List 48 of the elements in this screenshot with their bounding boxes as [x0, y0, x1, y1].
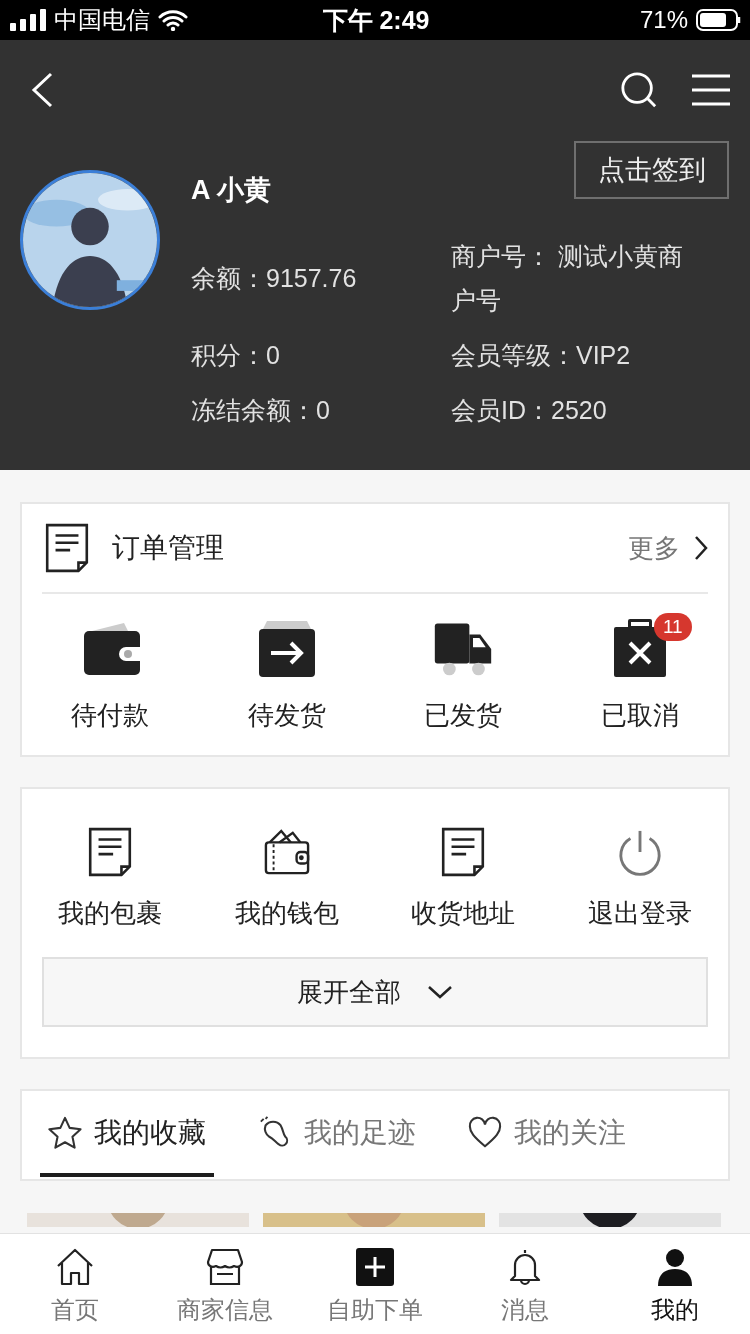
shop-icon — [206, 1248, 244, 1286]
back-icon[interactable] — [30, 72, 54, 108]
wallet-icon — [263, 827, 310, 877]
order-status-label[interactable]: 待发货 — [247, 697, 326, 733]
heart-icon — [468, 1116, 502, 1150]
clock-time: 下午 2:49 — [322, 4, 430, 36]
service-label[interactable]: 我的包裹 — [58, 895, 163, 931]
person-icon — [656, 1248, 694, 1286]
star-icon — [48, 1116, 82, 1150]
document-icon — [440, 827, 487, 877]
signal-icon — [10, 9, 46, 31]
chevron-down-icon — [427, 985, 453, 999]
box-arrow-icon — [256, 619, 317, 679]
collection-tab[interactable]: 我的足迹 — [250, 1093, 424, 1177]
account-stat: 积分：0 — [191, 340, 281, 371]
wifi-icon — [158, 9, 188, 31]
tab-bar-item[interactable]: 我的 — [600, 1234, 750, 1334]
more-link[interactable]: 更多 — [628, 530, 708, 566]
account-stat: 余额：9157.76 — [191, 263, 358, 294]
account-detail: 会员等级：VIP2 — [451, 340, 632, 371]
sign-in-button[interactable]: 点击签到 — [574, 141, 729, 199]
service-label[interactable]: 收货地址 — [411, 895, 516, 931]
carrier-name: 中国电信 — [54, 5, 150, 35]
count-badge: 11 — [653, 613, 692, 641]
account-detail: 商户号： 测试小黄商户号 — [451, 241, 684, 316]
search-icon[interactable] — [620, 71, 658, 109]
account-detail: 会员ID：2520 — [451, 395, 608, 426]
tab-bar-item[interactable]: 首页 — [0, 1234, 150, 1334]
service-label[interactable]: 退出登录 — [587, 895, 692, 931]
account-stat: 冻结余额：0 — [191, 395, 331, 426]
battery-percent: 71% — [639, 6, 688, 34]
order-status-label[interactable]: 待付款 — [71, 697, 150, 733]
order-status-label[interactable]: 已发货 — [424, 697, 503, 733]
document-icon — [44, 523, 90, 573]
tab-bar-item[interactable]: 商家信息 — [150, 1234, 300, 1334]
document-icon — [87, 827, 134, 877]
section-title: 订单管理 — [112, 531, 224, 565]
battery-icon — [696, 9, 742, 31]
expand-all-button[interactable]: 展开全部 — [42, 957, 708, 1027]
plus-icon — [356, 1248, 394, 1286]
collection-tab[interactable]: 我的收藏 — [40, 1093, 214, 1177]
service-label[interactable]: 我的钱包 — [234, 895, 339, 931]
tab-bar-item[interactable]: 消息 — [450, 1234, 600, 1334]
collection-tab[interactable]: 我的关注 — [460, 1093, 634, 1177]
chevron-icon — [694, 535, 708, 561]
tab-bar-item[interactable]: 自助下单 — [300, 1234, 450, 1334]
home-icon — [56, 1248, 94, 1286]
order-status-label[interactable]: 已取消 — [600, 697, 679, 733]
